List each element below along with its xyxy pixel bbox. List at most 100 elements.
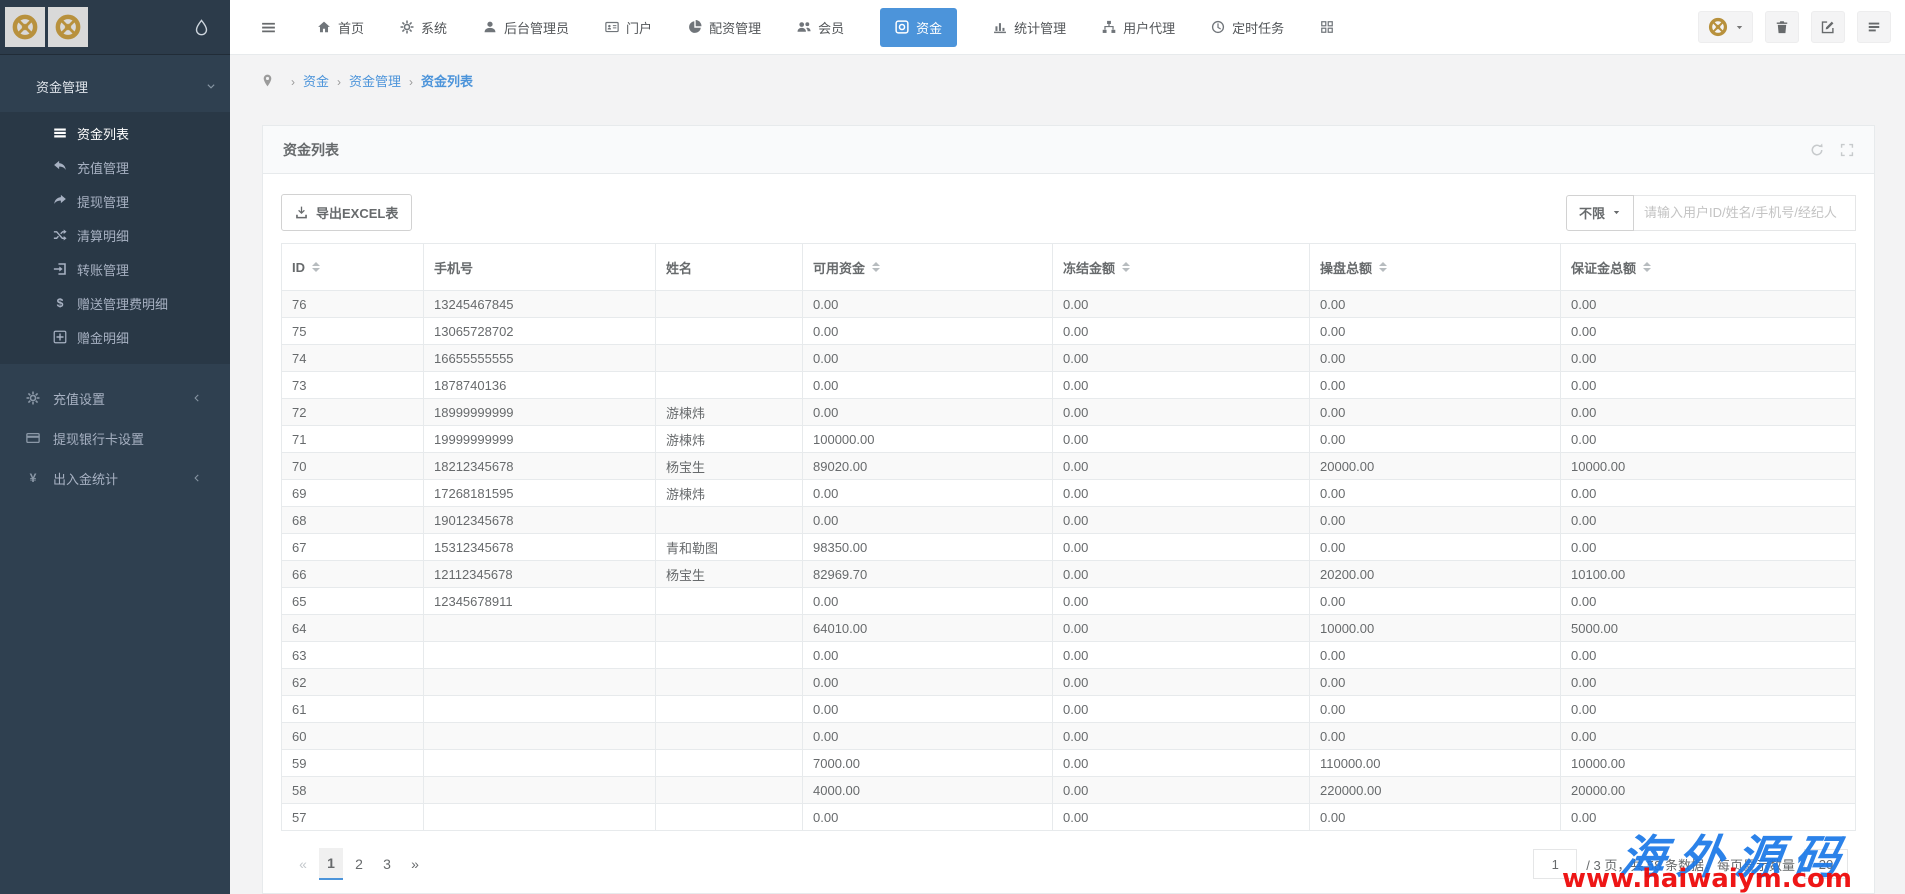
table-row[interactable]: 7318787401360.000.000.000.00 (282, 372, 1856, 399)
table-row[interactable]: 630.000.000.000.00 (282, 642, 1856, 669)
table-row[interactable]: 610.000.000.000.00 (282, 696, 1856, 723)
page-size-input[interactable] (1804, 849, 1848, 879)
sidebar-item-清算明细[interactable]: 清算明细 (0, 218, 230, 252)
breadcrumb-link-资金管理[interactable]: 资金管理 (349, 74, 401, 89)
hamburger-icon[interactable] (260, 19, 277, 36)
breadcrumb-link-资金[interactable]: 资金 (303, 74, 329, 89)
topnav-item-后台管理员[interactable]: 后台管理员 (483, 18, 569, 37)
search-controls: 不限 (1566, 195, 1856, 231)
column-header-操盘总额[interactable]: 操盘总额 (1310, 244, 1561, 291)
table-row[interactable]: 597000.000.00110000.0010000.00 (282, 750, 1856, 777)
sidebar-item-赠送管理费明细[interactable]: $赠送管理费明细 (0, 286, 230, 320)
sidebar-section-funds-management[interactable]: 资金管理 (0, 55, 230, 112)
breadcrumb-separator: › (337, 75, 341, 89)
cell-可用资金: 0.00 (803, 588, 1053, 615)
sort-icon[interactable] (312, 262, 320, 272)
sidebar-item-提现管理[interactable]: 提现管理 (0, 184, 230, 218)
avatar-menu-button[interactable] (1698, 11, 1753, 43)
sidebar-item-label: 资金列表 (77, 124, 129, 143)
page-number-input[interactable] (1533, 849, 1577, 879)
expand-icon[interactable] (1840, 143, 1854, 157)
table-row[interactable]: 65123456789110.000.000.000.00 (282, 588, 1856, 615)
column-header-冻结金额[interactable]: 冻结金额 (1053, 244, 1310, 291)
page-button-3[interactable]: 3 (375, 848, 399, 880)
sort-icon[interactable] (872, 262, 880, 272)
cell-姓名: 杨宝生 (656, 561, 803, 588)
cell-保证金总额: 0.00 (1561, 480, 1856, 507)
table-row[interactable]: 6715312345678青和勒图98350.000.000.000.00 (282, 534, 1856, 561)
sidebar-section-提现银行卡设置[interactable]: 提现银行卡设置 (0, 418, 230, 458)
droplet-icon[interactable] (193, 19, 210, 36)
edit-button[interactable] (1811, 11, 1845, 43)
page-button-»[interactable]: » (403, 848, 427, 880)
pagination: «123» / 3 页，共 58 条数据，每页显示数量 (281, 848, 1856, 880)
table-row[interactable]: 7018212345678杨宝生89020.000.0020000.001000… (282, 453, 1856, 480)
sidebar-item-充值管理[interactable]: 充值管理 (0, 150, 230, 184)
table-row[interactable]: 68190123456780.000.000.000.00 (282, 507, 1856, 534)
table-row[interactable]: 6612112345678杨宝生82969.700.0020200.001010… (282, 561, 1856, 588)
table-row[interactable]: 620.000.000.000.00 (282, 669, 1856, 696)
sidebar-item-转账管理[interactable]: 转账管理 (0, 252, 230, 286)
sidebar-item-赠金明细[interactable]: 赠金明细 (0, 320, 230, 354)
sidebar-section-充值设置[interactable]: 充值设置 (0, 378, 230, 418)
layout-list-button[interactable] (1857, 11, 1891, 43)
breadcrumb-link-资金列表[interactable]: 资金列表 (421, 74, 473, 89)
sort-icon[interactable] (1379, 262, 1387, 272)
svg-text:¥: ¥ (30, 471, 37, 485)
refresh-icon[interactable] (1810, 143, 1824, 157)
cell-保证金总额: 10000.00 (1561, 750, 1856, 777)
topnav-item-用户代理[interactable]: 用户代理 (1102, 18, 1175, 37)
topnav-item-grid[interactable] (1320, 20, 1334, 34)
column-header-保证金总额[interactable]: 保证金总额 (1561, 244, 1856, 291)
topnav-item-label: 系统 (421, 18, 447, 37)
cell-操盘总额: 0.00 (1310, 669, 1561, 696)
topnav-item-统计管理[interactable]: 统计管理 (993, 18, 1066, 37)
cell-操盘总额: 0.00 (1310, 642, 1561, 669)
cell-冻结金额: 0.00 (1053, 291, 1310, 318)
cell-保证金总额: 0.00 (1561, 804, 1856, 831)
table-row[interactable]: 6917268181595游楝炜0.000.000.000.00 (282, 480, 1856, 507)
cell-保证金总额: 0.00 (1561, 507, 1856, 534)
column-header-可用资金[interactable]: 可用资金 (803, 244, 1053, 291)
topnav-item-系统[interactable]: 系统 (400, 18, 447, 37)
table-row[interactable]: 584000.000.00220000.0020000.00 (282, 777, 1856, 804)
table-row[interactable]: 570.000.000.000.00 (282, 804, 1856, 831)
cell-操盘总额: 0.00 (1310, 534, 1561, 561)
topnav-item-定时任务[interactable]: 定时任务 (1211, 18, 1284, 37)
table-row[interactable]: 75130657287020.000.000.000.00 (282, 318, 1856, 345)
cell-冻结金额: 0.00 (1053, 480, 1310, 507)
cell-ID: 68 (282, 507, 424, 534)
cell-可用资金: 0.00 (803, 723, 1053, 750)
cell-姓名 (656, 372, 803, 399)
topnav-item-首页[interactable]: 首页 (317, 18, 364, 37)
filter-dropdown-button[interactable]: 不限 (1566, 195, 1634, 231)
export-excel-button[interactable]: 导出EXCEL表 (281, 194, 412, 231)
page-button-2[interactable]: 2 (347, 848, 371, 880)
topnav-item-会员[interactable]: 会员 (797, 18, 844, 37)
column-header-ID[interactable]: ID (282, 244, 424, 291)
table-row[interactable]: 7119999999999游楝炜100000.000.000.000.00 (282, 426, 1856, 453)
sort-icon[interactable] (1643, 262, 1651, 272)
topnav-item-label: 门户 (626, 18, 652, 37)
table-row[interactable]: 74166555555550.000.000.000.00 (282, 345, 1856, 372)
topnav-item-门户[interactable]: 门户 (605, 18, 652, 37)
table-row[interactable]: 76132454678450.000.000.000.00 (282, 291, 1856, 318)
sidebar-section-出入金统计[interactable]: ¥出入金统计 (0, 458, 230, 498)
cell-操盘总额: 110000.00 (1310, 750, 1561, 777)
sidebar-item-资金列表[interactable]: 资金列表 (0, 116, 230, 150)
table-row[interactable]: 600.000.000.000.00 (282, 723, 1856, 750)
cell-姓名 (656, 318, 803, 345)
breadcrumb-separator: › (291, 75, 295, 89)
topnav-item-资金[interactable]: 资金 (880, 8, 957, 47)
page-button-1[interactable]: 1 (319, 848, 343, 880)
breadcrumb: ›资金›资金管理›资金列表 (230, 55, 1905, 105)
table-row[interactable]: 7218999999999游楝炜0.000.000.000.00 (282, 399, 1856, 426)
topnav-item-配资管理[interactable]: 配资管理 (688, 18, 761, 37)
cell-ID: 69 (282, 480, 424, 507)
sort-icon[interactable] (1122, 262, 1130, 272)
sidebar-logo-area (0, 0, 230, 55)
table-row[interactable]: 6464010.000.0010000.005000.00 (282, 615, 1856, 642)
trash-button[interactable] (1765, 11, 1799, 43)
cell-操盘总额: 0.00 (1310, 291, 1561, 318)
search-input[interactable] (1634, 195, 1856, 231)
